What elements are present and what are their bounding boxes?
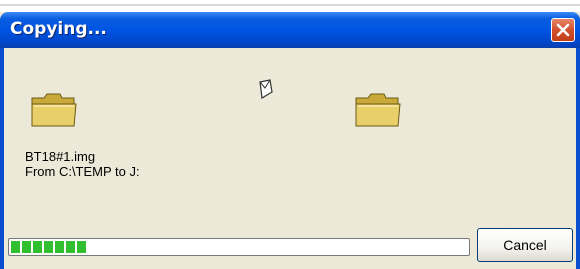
cancel-button[interactable]: Cancel bbox=[477, 228, 573, 262]
from-to-path: From C:\TEMP to J: bbox=[25, 164, 140, 179]
source-folder-icon bbox=[31, 93, 77, 127]
close-icon bbox=[556, 23, 570, 37]
dialog-body: BT18#1.img From C:\TEMP to J: Cancel bbox=[4, 48, 576, 269]
dialog-title: Copying... bbox=[10, 19, 107, 39]
close-button[interactable] bbox=[551, 18, 575, 42]
file-name: BT18#1.img bbox=[25, 149, 96, 164]
progress-bar bbox=[8, 238, 470, 256]
dest-folder-icon bbox=[355, 93, 401, 127]
progress-fill bbox=[11, 241, 86, 253]
frame-right bbox=[576, 48, 580, 269]
flying-paper-icon bbox=[259, 79, 273, 99]
title-bar[interactable]: Copying... bbox=[0, 12, 580, 48]
copy-dialog: Copying... BT18#1.img From C:\TEMP to J: bbox=[0, 12, 580, 269]
background-window-edge bbox=[0, 0, 580, 12]
